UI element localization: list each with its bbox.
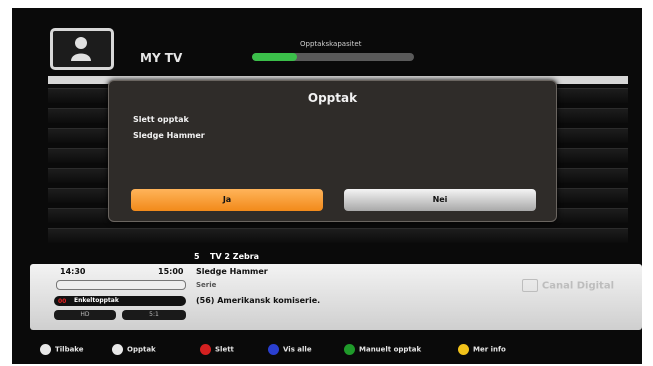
legend-delete[interactable]: Slett: [200, 344, 234, 355]
channel-header: 5 TV 2 Zebra: [48, 249, 628, 265]
start-time: 14:30: [60, 267, 86, 276]
channel-number: 5: [194, 252, 200, 261]
program-description: (56) Amerikansk komiserie.: [196, 296, 321, 305]
page-title: MY TV: [140, 51, 183, 65]
capacity-label: Opptakskapasitet: [300, 40, 362, 48]
rec-badge-icon: 00: [58, 298, 67, 305]
back-icon: [40, 344, 51, 355]
user-icon: [71, 37, 91, 61]
brand-logo: Canal Digital: [521, 279, 614, 292]
tv-screen: MY TV Opptakskapasitet Opptak Slett oppt…: [12, 8, 642, 364]
dialog-message: Slett opptak: [133, 115, 189, 124]
yes-button[interactable]: Ja: [131, 189, 323, 211]
red-button-icon: [200, 344, 211, 355]
yellow-button-icon: [458, 344, 469, 355]
brand-logo-icon: [521, 279, 538, 292]
dialog-program-name: Sledge Hammer: [133, 131, 205, 140]
end-time: 15:00: [158, 267, 184, 276]
no-button[interactable]: Nei: [344, 189, 536, 211]
blue-button-icon: [268, 344, 279, 355]
legend-show-all[interactable]: Vis alle: [268, 344, 312, 355]
legend-manual-record[interactable]: Manuelt opptak: [344, 344, 421, 355]
capacity-bar-fill: [252, 53, 298, 61]
channel-name: TV 2 Zebra: [210, 252, 260, 261]
dialog-title: Opptak: [307, 91, 358, 105]
program-progress-bar: [56, 280, 186, 290]
legend-record[interactable]: Opptak: [112, 344, 156, 355]
green-button-icon: [344, 344, 355, 355]
recording-type-badge: 00 Enkeltopptak: [54, 296, 186, 306]
rec-type-label: Enkeltopptak: [74, 297, 119, 304]
quality-badge: HD: [54, 310, 116, 320]
program-info-panel: 14:30 15:00 00 Enkeltopptak HD 5:1 Sledg…: [30, 264, 642, 330]
aspect-badge: 5:1: [122, 310, 186, 320]
capacity-bar: [252, 53, 414, 61]
delete-recording-dialog: Opptak Slett opptak Sledge Hammer Ja Nei: [108, 80, 557, 222]
program-title: Sledge Hammer: [196, 267, 268, 276]
list-row[interactable]: [48, 228, 628, 243]
profile-avatar[interactable]: [50, 28, 114, 70]
program-genre: Serie: [196, 281, 217, 289]
legend-back[interactable]: Tilbake: [40, 344, 84, 355]
record-icon: [112, 344, 123, 355]
legend-more-info[interactable]: Mer info: [458, 344, 506, 355]
